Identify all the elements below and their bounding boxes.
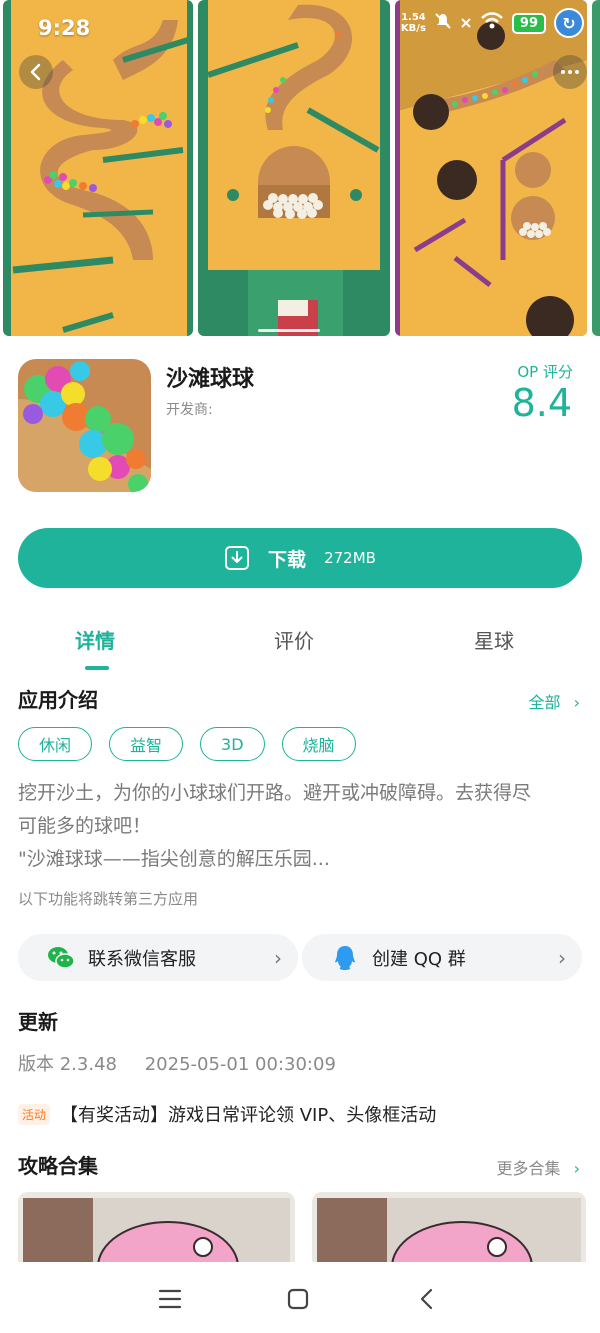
tab-planet[interactable]: 星球 <box>474 625 514 654</box>
recent-apps-button[interactable] <box>155 1284 185 1314</box>
mute-icon <box>434 12 452 34</box>
guides-more-link[interactable]: 更多合集 › <box>496 1155 580 1179</box>
screenshot-4-partial[interactable] <box>592 0 600 336</box>
app-name: 沙滩球球 <box>166 367 255 392</box>
system-nav-bar <box>0 1262 600 1333</box>
guide-card[interactable] <box>18 1192 295 1272</box>
third-party-note: 以下功能将跳转第三方应用 <box>18 890 199 908</box>
update-title: 更新 <box>18 1010 58 1034</box>
intro-title: 应用介绍 <box>18 688 98 712</box>
tab-reviews[interactable]: 评价 <box>274 625 314 654</box>
guide-thumbnail <box>18 1192 295 1272</box>
chevron-right-icon: › <box>274 945 282 970</box>
download-icon <box>225 546 250 570</box>
download-label: 下载 <box>268 548 307 571</box>
update-date: 2025-05-01 00:30:09 <box>144 1054 336 1075</box>
activity-banner[interactable]: 活动 【有奖活动】游戏日常评论领 VIP、头像框活动 <box>18 1101 436 1127</box>
tab-details[interactable]: 详情 <box>75 625 115 654</box>
screenshot-carousel[interactable]: 9:28 1.54 KB/s 99 ↻ <box>0 0 600 340</box>
activity-text: 【有奖活动】游戏日常评论领 VIP、头像框活动 <box>60 1105 437 1126</box>
close-small-icon <box>460 14 472 33</box>
tab-bar: 详情 评价 星球 <box>0 625 600 673</box>
net-speed: 1.54 KB/s <box>400 12 426 34</box>
tab-active-indicator <box>85 666 109 670</box>
intro-more-link[interactable]: 全部 › <box>528 689 580 713</box>
wifi-icon <box>480 12 504 34</box>
chevron-right-icon: › <box>573 693 580 712</box>
back-button[interactable] <box>19 55 53 89</box>
screenshot-2[interactable] <box>198 0 390 336</box>
refresh-icon[interactable]: ↻ <box>554 8 584 38</box>
qq-label: 创建 QQ 群 <box>372 948 466 970</box>
chevron-left-icon <box>30 63 41 81</box>
tag-puzzle[interactable]: 益智 <box>109 727 184 761</box>
guide-thumbnail <box>312 1192 586 1272</box>
system-back-button[interactable] <box>412 1284 442 1314</box>
app-description: 挖开沙土，为你的小球球们开路。避开或冲破障碍。去获得尽 可能多的球吧！ "沙滩球… <box>18 782 532 870</box>
version-number: 版本 2.3.48 <box>18 1054 117 1075</box>
app-icon <box>18 359 151 492</box>
status-icons: 1.54 KB/s 99 ↻ <box>401 8 584 38</box>
screenshot-1[interactable] <box>3 0 193 336</box>
home-square-icon <box>287 1288 309 1310</box>
tag-3d[interactable]: 3D <box>200 727 265 761</box>
home-button[interactable] <box>283 1284 313 1314</box>
create-qq-group-button[interactable]: 创建 QQ 群 › <box>302 934 582 981</box>
developer-label: 开发商: <box>166 402 213 418</box>
wechat-label: 联系微信客服 <box>88 948 196 970</box>
wechat-service-button[interactable]: 联系微信客服 › <box>18 934 298 981</box>
download-size: 272MB <box>324 549 376 567</box>
carousel-indicator <box>258 329 320 332</box>
menu-icon <box>158 1289 182 1309</box>
download-button[interactable]: 下载 272MB <box>18 528 582 588</box>
qq-icon <box>335 945 355 970</box>
guides-title: 攻略合集 <box>18 1154 98 1178</box>
screenshot-3[interactable] <box>395 0 587 336</box>
more-options-button[interactable] <box>553 55 587 89</box>
tag-brain[interactable]: 烧脑 <box>281 727 356 761</box>
tag-list: 休闲 益智 3D 烧脑 <box>18 727 356 761</box>
version-info: 版本 2.3.48 2025-05-01 00:30:09 <box>18 1050 336 1076</box>
rating-value: 8.4 <box>511 381 572 425</box>
chevron-right-icon: › <box>573 1159 580 1178</box>
tag-casual[interactable]: 休闲 <box>18 727 93 761</box>
activity-badge: 活动 <box>18 1103 51 1125</box>
status-time: 9:28 <box>38 16 91 40</box>
back-arrow-icon <box>420 1288 433 1310</box>
battery-indicator: 99 <box>511 12 546 34</box>
rating-label: OP 评分 <box>517 363 573 381</box>
chevron-right-icon: › <box>558 945 566 970</box>
guide-card[interactable] <box>312 1192 586 1272</box>
wechat-icon <box>48 946 75 969</box>
more-dots-icon <box>561 70 579 74</box>
